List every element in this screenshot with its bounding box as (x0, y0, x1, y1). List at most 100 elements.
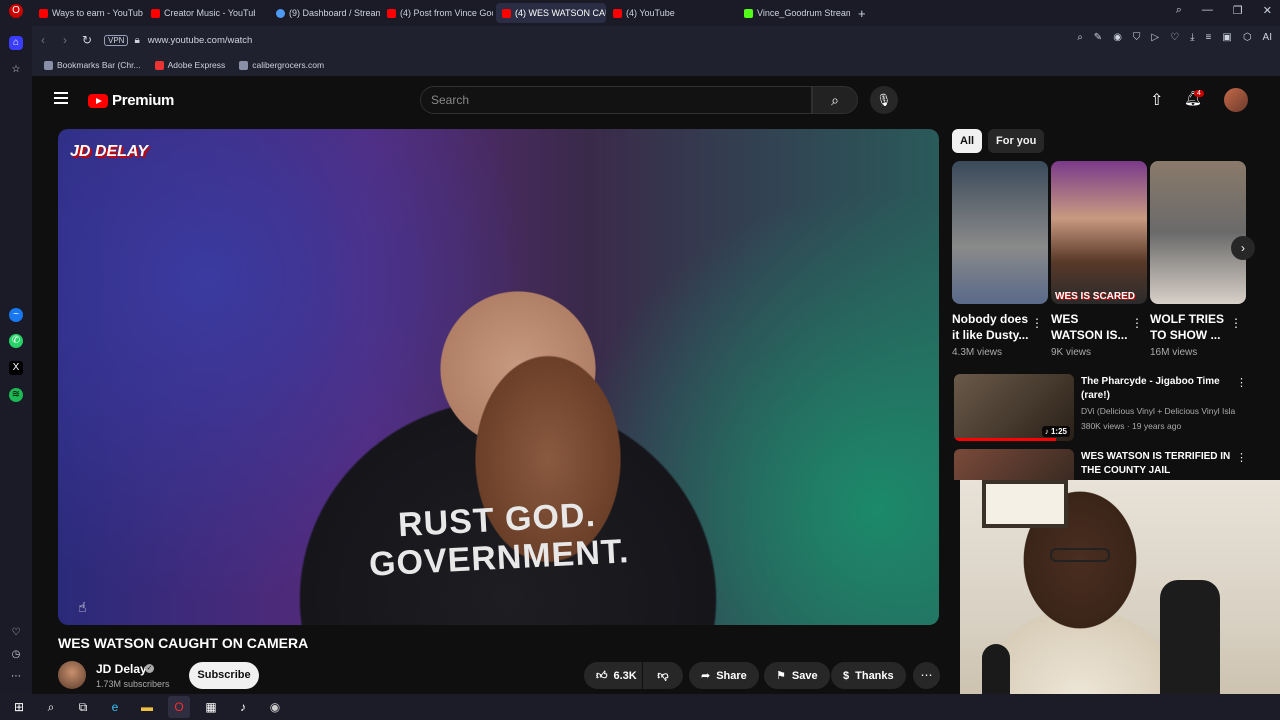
channel-avatar[interactable] (58, 661, 86, 689)
share-button[interactable]: ➦ Share (689, 662, 759, 689)
youtube-play-icon (88, 93, 108, 108)
search-button[interactable]: ⌕ (812, 86, 858, 114)
chevron-right-icon[interactable]: › (1231, 236, 1255, 260)
account-avatar[interactable] (1224, 88, 1248, 112)
file-explorer-icon[interactable]: ▬ (136, 696, 158, 718)
x-twitter-icon[interactable]: X (9, 361, 23, 375)
history-icon[interactable]: ◷ (9, 648, 23, 662)
short-more-icon[interactable]: ⋮ (1131, 316, 1143, 330)
bookmark-adobe-express[interactable]: Adobe Express (154, 60, 225, 70)
chip-for-you[interactable]: For you (988, 129, 1045, 153)
youtube-brand: Premium (112, 92, 175, 109)
windows-start-icon[interactable]: ⊞ (8, 696, 30, 718)
more-options-icon[interactable]: ⋯ (9, 670, 23, 684)
tab-creator-music[interactable]: Creator Music - YouTube S (145, 3, 255, 23)
short-thumbnail[interactable]: WES IS SCARED (1051, 161, 1147, 304)
extensions-icon[interactable]: ⬡ (1243, 32, 1252, 43)
zoom-icon[interactable]: ⌕ (1077, 32, 1083, 43)
video-title[interactable]: The Pharcyde - Jigaboo Time (rare!) (1081, 375, 1231, 403)
shirt-text: RUST GOD. GOVERNMENT. (366, 494, 630, 584)
profile-icon[interactable]: ▣ (1222, 32, 1231, 43)
watch-progress-bar (954, 438, 1056, 441)
whatsapp-icon[interactable]: ✆ (9, 334, 23, 348)
short-views: 9K views (1051, 347, 1092, 358)
bookmarks-bar: Bookmarks Bar (Chr... Adobe Express cali… (32, 54, 1280, 76)
kick-icon (744, 8, 753, 18)
menu-icon[interactable]: ≡ (1206, 32, 1212, 43)
channel-name[interactable]: JD Delay (96, 662, 147, 676)
task-view-icon[interactable]: ⧉ (72, 696, 94, 718)
download-icon[interactable]: ⤓ (1190, 32, 1194, 43)
tab-post-from-vince[interactable]: (4) Post from Vince Good (381, 3, 493, 23)
bookmark-icon: ⚑ (776, 670, 786, 682)
video-more-icon[interactable]: ⋮ (1236, 451, 1247, 464)
tab-streamlabs-dashboard[interactable]: (9) Dashboard / Streamlab (270, 3, 380, 23)
video-channel[interactable]: DVi (Delicious Vinyl + Delicious Vinyl I… (1081, 406, 1236, 416)
tiktok-icon[interactable]: ♪ (232, 696, 254, 718)
shield-icon[interactable]: ⛉ (1133, 32, 1141, 43)
video-more-icon[interactable]: ⋮ (1236, 376, 1247, 389)
forward-icon[interactable]: › (54, 33, 76, 47)
tab-kick-stream[interactable]: Vince_Goodrum Stream - (738, 3, 850, 23)
vpn-badge[interactable]: VPN (104, 34, 129, 46)
bookmark-bookmarks-bar[interactable]: Bookmarks Bar (Chr... (44, 60, 141, 70)
video-title[interactable]: WES WATSON IS TERRIFIED IN THE COUNTY JA… (1081, 450, 1231, 478)
pinboard-icon[interactable]: ☆ (9, 63, 23, 77)
heart-icon[interactable]: ♡ (1170, 32, 1179, 43)
like-button[interactable]: 👍︎ 6.3K (584, 662, 642, 689)
short-thumbnail[interactable] (952, 161, 1048, 304)
window-controls: ⌕ — ❐ ✕ (1176, 4, 1272, 17)
back-icon[interactable]: ‹ (32, 33, 54, 47)
microphone-icon: 🎙︎ (876, 93, 892, 107)
lock-icon[interactable]: 🔒︎ (134, 35, 139, 46)
short-thumbnail[interactable] (1150, 161, 1246, 304)
maximize-icon[interactable]: ❐ (1233, 4, 1243, 17)
tab-wes-watson-active[interactable]: (4) WES WATSON CAUGH (496, 3, 606, 23)
ai-button[interactable]: AI (1263, 32, 1272, 43)
opera-logo-icon[interactable]: O (9, 4, 23, 18)
video-player[interactable]: JD DELAY RUST GOD. GOVERNMENT. ☝︎ (58, 129, 939, 625)
reload-icon[interactable]: ↻ (76, 33, 98, 47)
short-views: 4.3M views (952, 347, 1003, 358)
video-thumbnail[interactable] (954, 449, 1074, 480)
more-actions-button[interactable]: ⋯ (913, 662, 940, 689)
opera-icon[interactable]: O (168, 696, 190, 718)
short-title[interactable]: Nobody does it like Dusty... (952, 311, 1032, 343)
video-thumbnail[interactable]: ♪ 1:25 (954, 374, 1074, 441)
new-tab-button[interactable]: + (852, 3, 872, 23)
minimize-icon[interactable]: — (1202, 4, 1213, 17)
home-icon[interactable]: ⌂ (9, 36, 23, 50)
tab-ways-to-earn[interactable]: Ways to earn - YouTube St (33, 3, 143, 23)
short-title[interactable]: WOLF TRIES TO SHOW ... (1150, 311, 1230, 343)
search-icon[interactable]: ⌕ (40, 696, 62, 718)
browser-tab-bar: O Ways to earn - YouTube St Creator Musi… (0, 0, 1280, 26)
player-icon[interactable]: ▷ (1151, 32, 1159, 43)
bookmark-calibergrocers[interactable]: calibergrocers.com (239, 60, 324, 70)
close-icon[interactable]: ✕ (1263, 4, 1272, 17)
short-views: 16M views (1150, 347, 1198, 358)
heart-icon[interactable]: ♡ (9, 626, 23, 640)
chip-all[interactable]: All (952, 129, 983, 153)
youtube-logo[interactable]: Premium (88, 92, 174, 109)
messenger-icon[interactable]: ~ (9, 308, 23, 322)
search-tabs-icon[interactable]: ⌕ (1176, 4, 1182, 17)
tab-youtube[interactable]: (4) YouTube (607, 3, 717, 23)
short-more-icon[interactable]: ⋮ (1230, 316, 1242, 330)
short-title[interactable]: WES WATSON IS... (1051, 311, 1131, 343)
search-input[interactable]: Search (420, 86, 812, 114)
upload-icon[interactable]: ⇧ (1150, 90, 1163, 110)
subscribe-button[interactable]: Subscribe (189, 662, 259, 689)
short-more-icon[interactable]: ⋮ (1031, 316, 1043, 330)
edge-icon[interactable]: e (104, 696, 126, 718)
dislike-button[interactable]: 👎︎ (643, 662, 683, 689)
obs-icon[interactable]: ◉ (264, 696, 286, 718)
edit-icon[interactable]: ✎ (1094, 32, 1102, 43)
store-icon[interactable]: ▦ (200, 696, 222, 718)
thanks-button[interactable]: $ Thanks (831, 662, 906, 689)
url-field[interactable]: www.youtube.com/watch (148, 35, 253, 46)
voice-search-button[interactable]: 🎙︎ (870, 86, 898, 114)
save-button[interactable]: ⚑ Save (764, 662, 830, 689)
camera-icon[interactable]: ◉ (1113, 32, 1122, 43)
spotify-icon[interactable]: ≋ (9, 388, 23, 402)
hamburger-menu-icon[interactable] (54, 92, 68, 104)
